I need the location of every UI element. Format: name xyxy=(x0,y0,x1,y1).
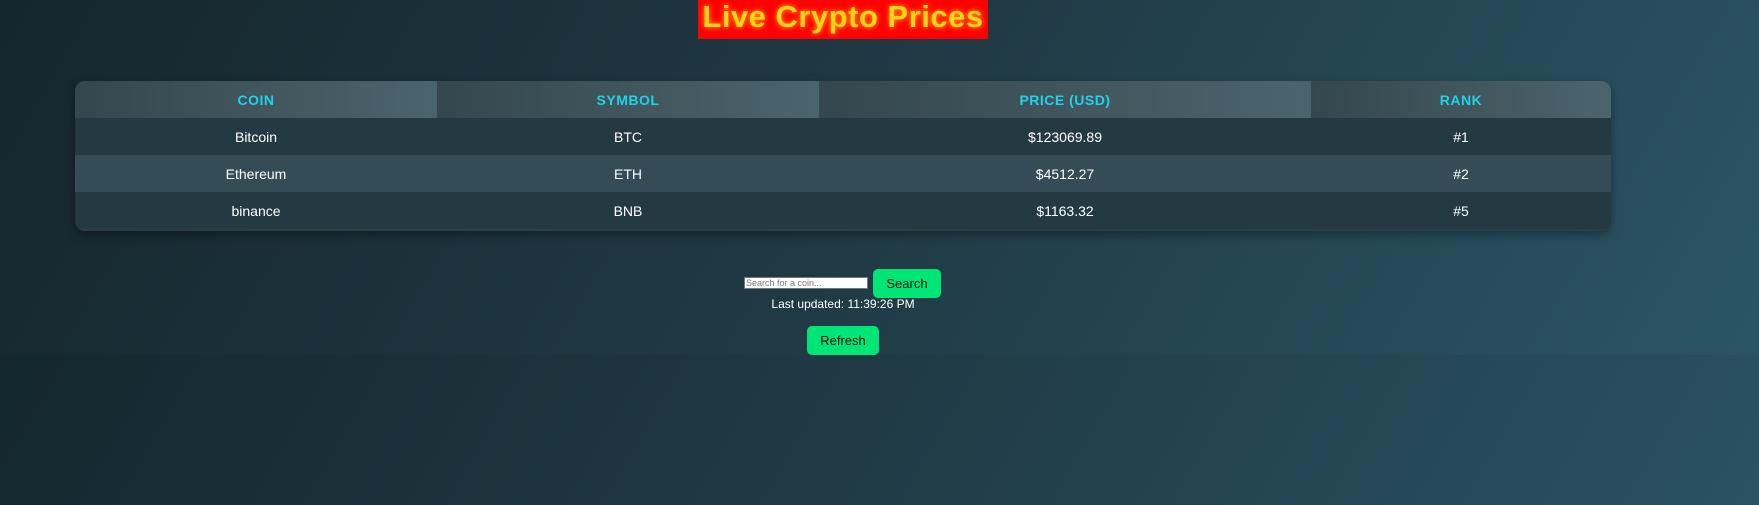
search-input[interactable] xyxy=(744,277,868,289)
table-header-row: COIN SYMBOL PRICE (USD) RANK xyxy=(75,81,1611,118)
search-button[interactable]: Search xyxy=(873,268,941,298)
column-header-coin: COIN xyxy=(75,81,437,118)
column-header-symbol: SYMBOL xyxy=(437,81,819,118)
last-updated-text: Last updated: 11:39:26 PM xyxy=(771,297,915,311)
crypto-table-card: COIN SYMBOL PRICE (USD) RANK Bitcoin BTC… xyxy=(75,81,1611,231)
cell-coin: Bitcoin xyxy=(75,118,437,155)
cell-rank: #2 xyxy=(1311,155,1611,192)
cell-rank: #5 xyxy=(1311,192,1611,229)
cell-rank: #1 xyxy=(1311,118,1611,155)
cell-symbol: BTC xyxy=(437,118,819,155)
cell-coin: binance xyxy=(75,192,437,229)
table-row: binance BNB $1163.32 #5 xyxy=(75,192,1611,229)
table-row: Ethereum ETH $4512.27 #2 xyxy=(75,155,1611,192)
table-row: Bitcoin BTC $123069.89 #1 xyxy=(75,118,1611,155)
cell-symbol: BNB xyxy=(437,192,819,229)
page-title: Live Crypto Prices xyxy=(698,0,988,39)
cell-symbol: ETH xyxy=(437,155,819,192)
column-header-price: PRICE (USD) xyxy=(819,81,1311,118)
crypto-price-table: COIN SYMBOL PRICE (USD) RANK Bitcoin BTC… xyxy=(75,81,1611,229)
search-bar: Search xyxy=(744,268,941,298)
cell-coin: Ethereum xyxy=(75,155,437,192)
column-header-rank: RANK xyxy=(1311,81,1611,118)
cell-price: $1163.32 xyxy=(819,192,1311,229)
refresh-button[interactable]: Refresh xyxy=(807,326,879,355)
cell-price: $123069.89 xyxy=(819,118,1311,155)
cell-price: $4512.27 xyxy=(819,155,1311,192)
